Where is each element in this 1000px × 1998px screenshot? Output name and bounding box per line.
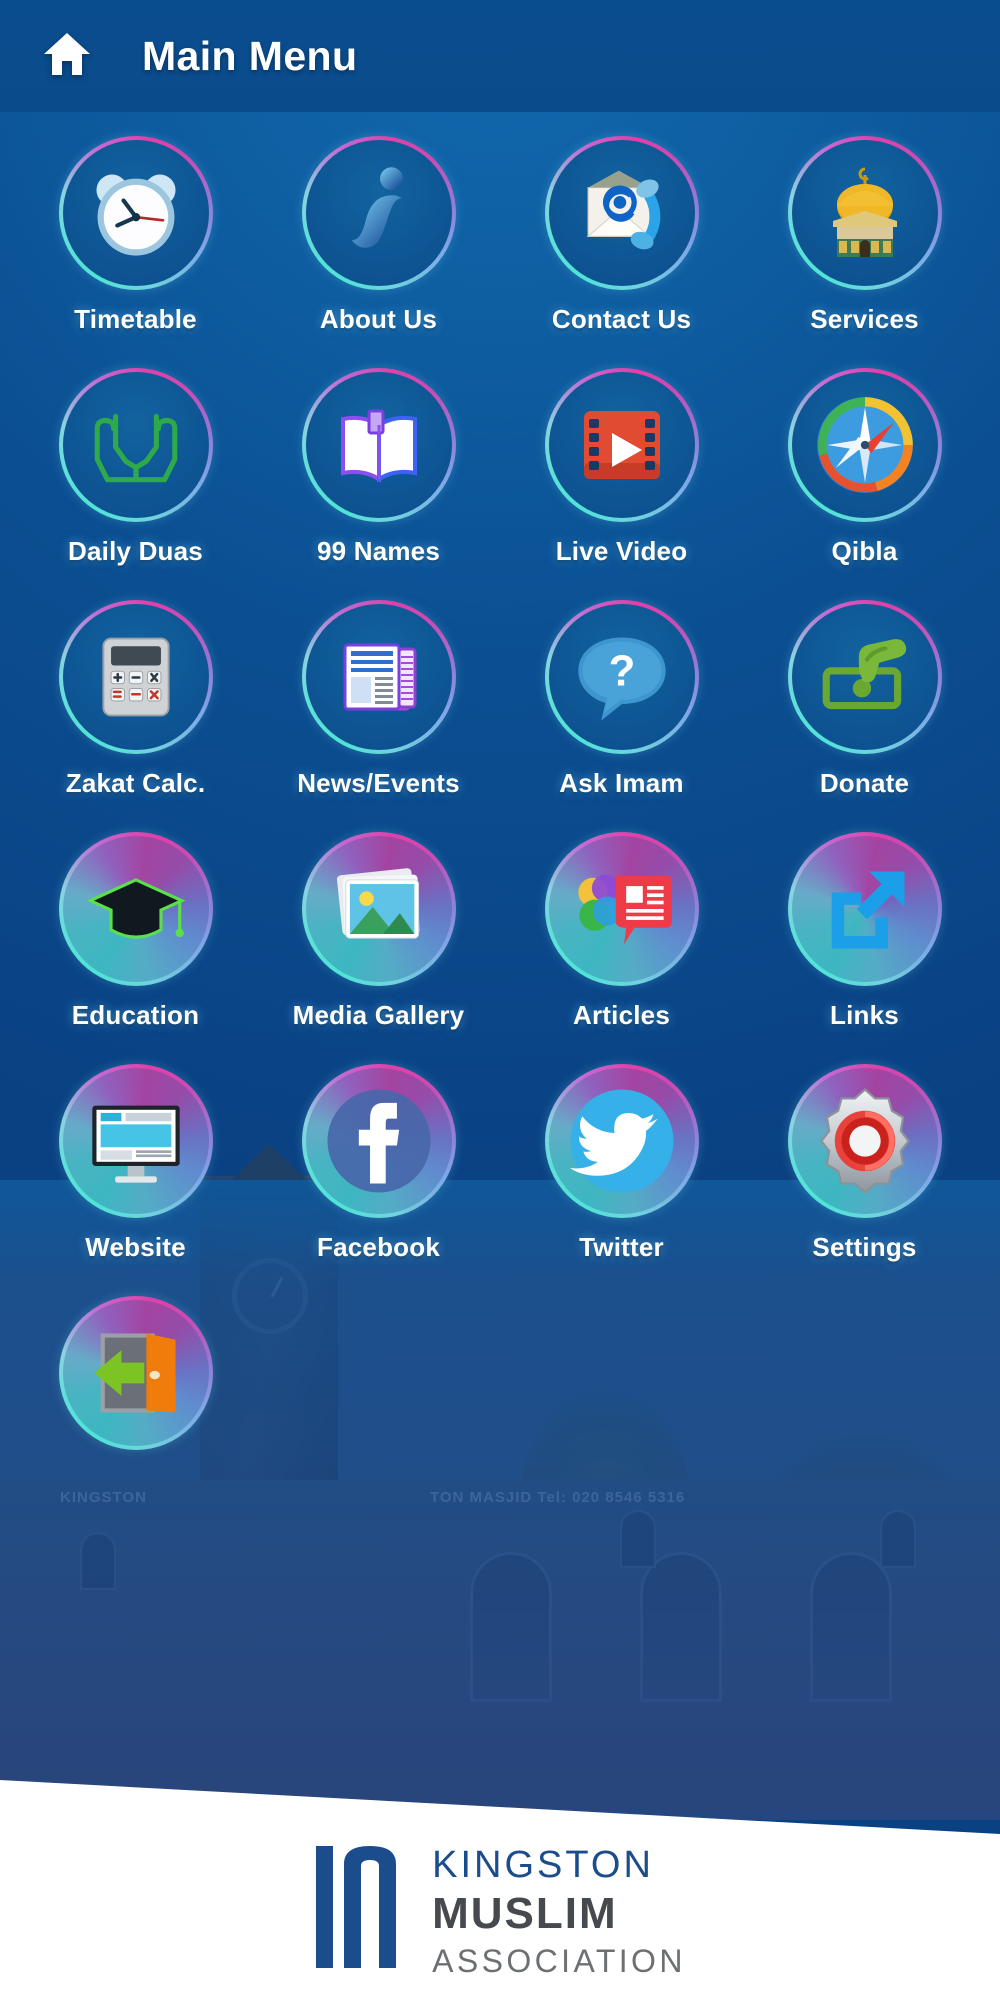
hand-cash-icon <box>809 621 921 733</box>
menu-item-label: Facebook <box>317 1232 440 1262</box>
icon-ring <box>787 600 942 754</box>
icon-ring <box>544 1064 699 1218</box>
graduation-cap-icon <box>80 853 192 965</box>
menu-item-articles[interactable]: Articles <box>500 816 743 1048</box>
menu-item-label: Media Gallery <box>292 1000 465 1030</box>
menu-item-label: Timetable <box>74 304 197 334</box>
menu-item-donate[interactable]: Donate <box>743 584 986 816</box>
icon-ring <box>301 832 456 986</box>
icon-ring <box>301 600 456 754</box>
menu-item-timetable[interactable]: Timetable <box>14 120 257 352</box>
menu-item-label: Services <box>810 304 919 334</box>
menu-item-label: Daily Duas <box>68 536 203 566</box>
archway-mihrab-logo-icon <box>314 1840 410 1968</box>
menu-item-label: Ask Imam <box>559 768 684 798</box>
menu-item-twitter[interactable]: Twitter <box>500 1048 743 1280</box>
menu-grid: Timetable About Us Contact Us Services D… <box>0 112 1000 1512</box>
icon-ring <box>544 136 699 290</box>
icon-ring <box>58 1296 213 1450</box>
dome-mosque-icon <box>809 157 921 269</box>
menu-item-label: Articles <box>573 1000 670 1030</box>
menu-item-live-video[interactable]: Live Video <box>500 352 743 584</box>
menu-item-label: Qibla <box>831 536 898 566</box>
menu-item-label: Settings <box>812 1232 917 1262</box>
compass-icon <box>809 389 921 501</box>
icon-ring <box>58 1064 213 1218</box>
menu-item-facebook[interactable]: Facebook <box>257 1048 500 1280</box>
logo-wordmark: KINGSTON MUSLIM ASSOCIATION <box>432 1840 686 1977</box>
menu-item-links[interactable]: Links <box>743 816 986 1048</box>
menu-item-contact-us[interactable]: Contact Us <box>500 120 743 352</box>
menu-item-label: Live Video <box>555 536 688 566</box>
photo-stack-icon <box>323 853 435 965</box>
menu-item-website[interactable]: Website <box>14 1048 257 1280</box>
facebook-f-icon <box>323 1085 435 1197</box>
gear-icon <box>809 1085 921 1197</box>
icon-ring <box>787 136 942 290</box>
menu-item-label: Zakat Calc. <box>65 768 206 798</box>
svg-text:?: ? <box>608 646 635 695</box>
praying-hands-icon <box>80 389 192 501</box>
twitter-bird-icon <box>566 1085 678 1197</box>
newspaper-icon <box>323 621 435 733</box>
menu-item-services[interactable]: Services <box>743 120 986 352</box>
speech-article-icon <box>566 853 678 965</box>
menu-item-news-events[interactable]: News/Events <box>257 584 500 816</box>
icon-ring <box>58 832 213 986</box>
menu-item-label: 99 Names <box>316 536 441 566</box>
icon-ring <box>301 1064 456 1218</box>
logo-line-association: ASSOCIATION <box>432 1943 686 1979</box>
kingston-muslim-association-logo: KINGSTON MUSLIM ASSOCIATION <box>0 1840 1000 1977</box>
open-book-icon <box>323 389 435 501</box>
logo-line-kingston: KINGSTON <box>432 1844 654 1886</box>
icon-ring <box>787 1064 942 1218</box>
menu-item-99-names[interactable]: 99 Names <box>257 352 500 584</box>
alarm-clock-icon <box>80 157 192 269</box>
menu-item-label: Twitter <box>579 1232 664 1262</box>
question-speech-bubble-icon: ? <box>566 621 678 733</box>
menu-item-media-gallery[interactable]: Media Gallery <box>257 816 500 1048</box>
icon-ring: ? <box>544 600 699 754</box>
app-root: KINGSTON TON MASJID Tel: 020 8546 5316 M… <box>0 0 1000 1998</box>
page-title: Main Menu <box>142 32 358 79</box>
icon-ring <box>301 136 456 290</box>
home-icon <box>42 31 92 82</box>
icon-ring <box>58 600 213 754</box>
menu-item-label: Education <box>71 1000 200 1030</box>
desktop-monitor-icon <box>80 1085 192 1197</box>
menu-item-label: Website <box>85 1232 186 1262</box>
menu-item-about-us[interactable]: About Us <box>257 120 500 352</box>
menu-item-settings[interactable]: Settings <box>743 1048 986 1280</box>
menu-item-label: Contact Us <box>551 304 692 334</box>
menu-item-zakat-calculator[interactable]: Zakat Calc. <box>14 584 257 816</box>
menu-item-label: About Us <box>319 304 438 334</box>
menu-item-ask-imam[interactable]: ? Ask Imam <box>500 584 743 816</box>
envelope-at-phone-icon <box>566 157 678 269</box>
icon-ring <box>544 832 699 986</box>
menu-item-label: News/Events <box>297 768 460 798</box>
menu-item-label: Links <box>830 1000 899 1030</box>
app-header: Main Menu <box>0 0 1000 112</box>
info-i-icon <box>323 157 435 269</box>
menu-item-education[interactable]: Education <box>14 816 257 1048</box>
menu-item-logout[interactable] <box>14 1280 257 1512</box>
icon-ring <box>58 136 213 290</box>
icon-ring <box>787 368 942 522</box>
icon-ring <box>787 832 942 986</box>
logo-line-muslim: MUSLIM <box>432 1889 618 1938</box>
icon-ring <box>544 368 699 522</box>
menu-item-qibla[interactable]: Qibla <box>743 352 986 584</box>
film-play-icon <box>566 389 678 501</box>
menu-item-daily-duas[interactable]: Daily Duas <box>14 352 257 584</box>
menu-item-label: Donate <box>819 768 910 798</box>
icon-ring <box>58 368 213 522</box>
exit-door-icon <box>80 1317 192 1429</box>
icon-ring <box>301 368 456 522</box>
external-link-arrow-icon <box>809 853 921 965</box>
home-button[interactable] <box>36 25 98 87</box>
calculator-icon <box>80 621 192 733</box>
